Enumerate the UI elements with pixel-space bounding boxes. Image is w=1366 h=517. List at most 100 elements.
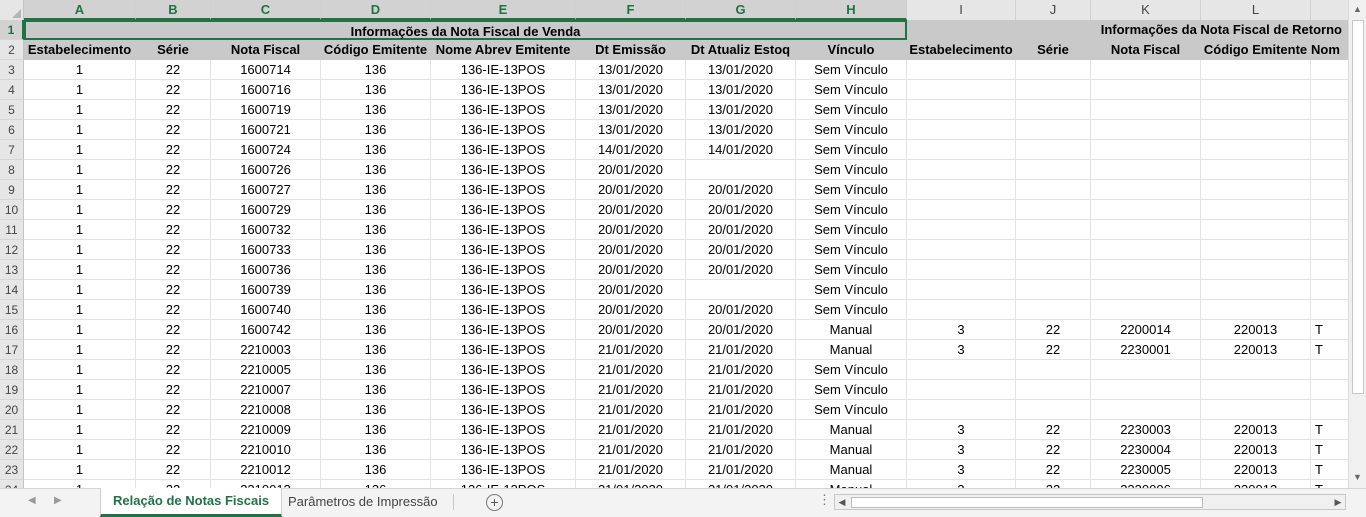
table-cell[interactable]: Sem Vínculo <box>796 240 907 260</box>
table-cell[interactable]: 2230006 <box>1091 480 1201 488</box>
table-cell[interactable]: 136-IE-13POS <box>431 260 576 280</box>
table-cell[interactable]: Sem Vínculo <box>796 280 907 300</box>
table-cell[interactable]: 13/01/2020 <box>686 60 796 80</box>
table-cell[interactable]: 20/01/2020 <box>686 260 796 280</box>
row-header[interactable]: 23 <box>0 460 24 480</box>
table-cell[interactable] <box>907 380 1016 400</box>
table-cell[interactable] <box>1016 100 1091 120</box>
table-cell[interactable]: 2230003 <box>1091 420 1201 440</box>
scroll-right-icon[interactable]: ▶ <box>1331 495 1345 509</box>
table-cell[interactable]: 1600740 <box>211 300 321 320</box>
table-cell[interactable] <box>1091 400 1201 420</box>
table-cell[interactable]: Sem Vínculo <box>796 300 907 320</box>
table-cell[interactable]: 136-IE-13POS <box>431 240 576 260</box>
column-header[interactable]: J <box>1016 0 1091 20</box>
worksheet-grid[interactable]: ABCDEFGHIJKL 1 2 3 4 5 6 7 8 9 10 11 12 13 14 15 16 17 18… <box>0 0 1348 488</box>
row-header[interactable]: 12 <box>0 240 24 260</box>
table-cell[interactable] <box>1016 280 1091 300</box>
table-cell[interactable]: 22 <box>136 160 211 180</box>
table-cell[interactable]: 21/01/2020 <box>576 460 686 480</box>
table-cell[interactable]: 220013 <box>1201 480 1311 488</box>
table-cell[interactable]: Sem Vínculo <box>796 220 907 240</box>
table-cell[interactable]: 136-IE-13POS <box>431 340 576 360</box>
table-cell[interactable]: 136-IE-13POS <box>431 280 576 300</box>
table-cell[interactable] <box>907 400 1016 420</box>
table-cell[interactable] <box>907 240 1016 260</box>
table-cell[interactable] <box>1311 60 1348 80</box>
table-cell[interactable]: 20/01/2020 <box>686 240 796 260</box>
table-cell[interactable]: 136 <box>321 100 431 120</box>
row-header[interactable]: 5 <box>0 100 24 120</box>
table-cell[interactable]: 1 <box>24 60 136 80</box>
table-cell[interactable]: 1 <box>24 380 136 400</box>
table-cell[interactable]: 22 <box>1016 460 1091 480</box>
table-cell[interactable]: 136-IE-13POS <box>431 380 576 400</box>
table-cell[interactable] <box>1091 120 1201 140</box>
column-title-cell[interactable]: Série <box>1016 40 1091 60</box>
table-cell[interactable] <box>907 80 1016 100</box>
table-cell[interactable]: 136-IE-13POS <box>431 160 576 180</box>
table-cell[interactable]: T <box>1311 420 1348 440</box>
column-title-cell[interactable]: Estabelecimento <box>907 40 1016 60</box>
column-header[interactable]: L <box>1201 0 1311 20</box>
table-cell[interactable] <box>1091 140 1201 160</box>
table-cell[interactable]: 2230004 <box>1091 440 1201 460</box>
table-cell[interactable]: 2210008 <box>211 400 321 420</box>
table-cell[interactable]: 136-IE-13POS <box>431 360 576 380</box>
chevron-left-icon[interactable]: ◀ <box>28 495 36 506</box>
table-cell[interactable]: 136-IE-13POS <box>431 60 576 80</box>
table-cell[interactable]: 13/01/2020 <box>576 100 686 120</box>
row-header[interactable]: 21 <box>0 420 24 440</box>
table-cell[interactable]: 1600726 <box>211 160 321 180</box>
column-header[interactable] <box>1311 0 1348 20</box>
column-header[interactable]: A <box>24 0 136 20</box>
table-cell[interactable]: 1 <box>24 240 136 260</box>
table-cell[interactable]: 20/01/2020 <box>686 200 796 220</box>
table-cell[interactable] <box>1311 260 1348 280</box>
column-header[interactable]: D <box>321 0 431 20</box>
table-cell[interactable] <box>907 120 1016 140</box>
table-cell[interactable]: 13/01/2020 <box>576 120 686 140</box>
row-header[interactable]: 9 <box>0 180 24 200</box>
table-cell[interactable]: 1 <box>24 140 136 160</box>
table-cell[interactable] <box>1016 220 1091 240</box>
row-header[interactable]: 3 <box>0 60 24 80</box>
table-cell[interactable]: 136 <box>321 120 431 140</box>
table-cell[interactable]: T <box>1311 460 1348 480</box>
table-cell[interactable]: 22 <box>1016 480 1091 488</box>
table-cell[interactable] <box>1201 220 1311 240</box>
column-header[interactable]: G <box>686 0 796 20</box>
table-cell[interactable]: 21/01/2020 <box>576 440 686 460</box>
table-cell[interactable]: 136-IE-13POS <box>431 200 576 220</box>
table-cell[interactable] <box>907 360 1016 380</box>
table-cell[interactable]: 136 <box>321 160 431 180</box>
table-cell[interactable]: 220013 <box>1201 320 1311 340</box>
table-cell[interactable]: 20/01/2020 <box>576 300 686 320</box>
table-cell[interactable]: 136-IE-13POS <box>431 80 576 100</box>
table-cell[interactable]: 136 <box>321 200 431 220</box>
table-cell[interactable]: 1 <box>24 280 136 300</box>
table-cell[interactable]: 22 <box>136 280 211 300</box>
table-cell[interactable] <box>1311 100 1348 120</box>
table-cell[interactable] <box>1016 260 1091 280</box>
table-cell[interactable]: 1 <box>24 180 136 200</box>
row-header[interactable]: 7 <box>0 140 24 160</box>
table-cell[interactable]: Manual <box>796 480 907 488</box>
column-header[interactable]: I <box>907 0 1016 20</box>
table-cell[interactable]: 1 <box>24 460 136 480</box>
table-cell[interactable] <box>1016 140 1091 160</box>
table-cell[interactable]: 136-IE-13POS <box>431 400 576 420</box>
table-cell[interactable]: 22 <box>136 320 211 340</box>
table-cell[interactable]: 1 <box>24 200 136 220</box>
row-header[interactable]: 16 <box>0 320 24 340</box>
table-cell[interactable]: T <box>1311 340 1348 360</box>
table-cell[interactable]: 1 <box>24 120 136 140</box>
table-cell[interactable]: Sem Vínculo <box>796 100 907 120</box>
column-title-cell[interactable]: Nom <box>1311 40 1348 60</box>
vertical-scroll-thumb[interactable] <box>1352 20 1364 394</box>
table-cell[interactable]: 22 <box>136 260 211 280</box>
table-cell[interactable]: Sem Vínculo <box>796 360 907 380</box>
table-cell[interactable]: 22 <box>136 200 211 220</box>
chevron-right-icon[interactable]: ▶ <box>54 495 62 506</box>
table-cell[interactable]: Manual <box>796 460 907 480</box>
